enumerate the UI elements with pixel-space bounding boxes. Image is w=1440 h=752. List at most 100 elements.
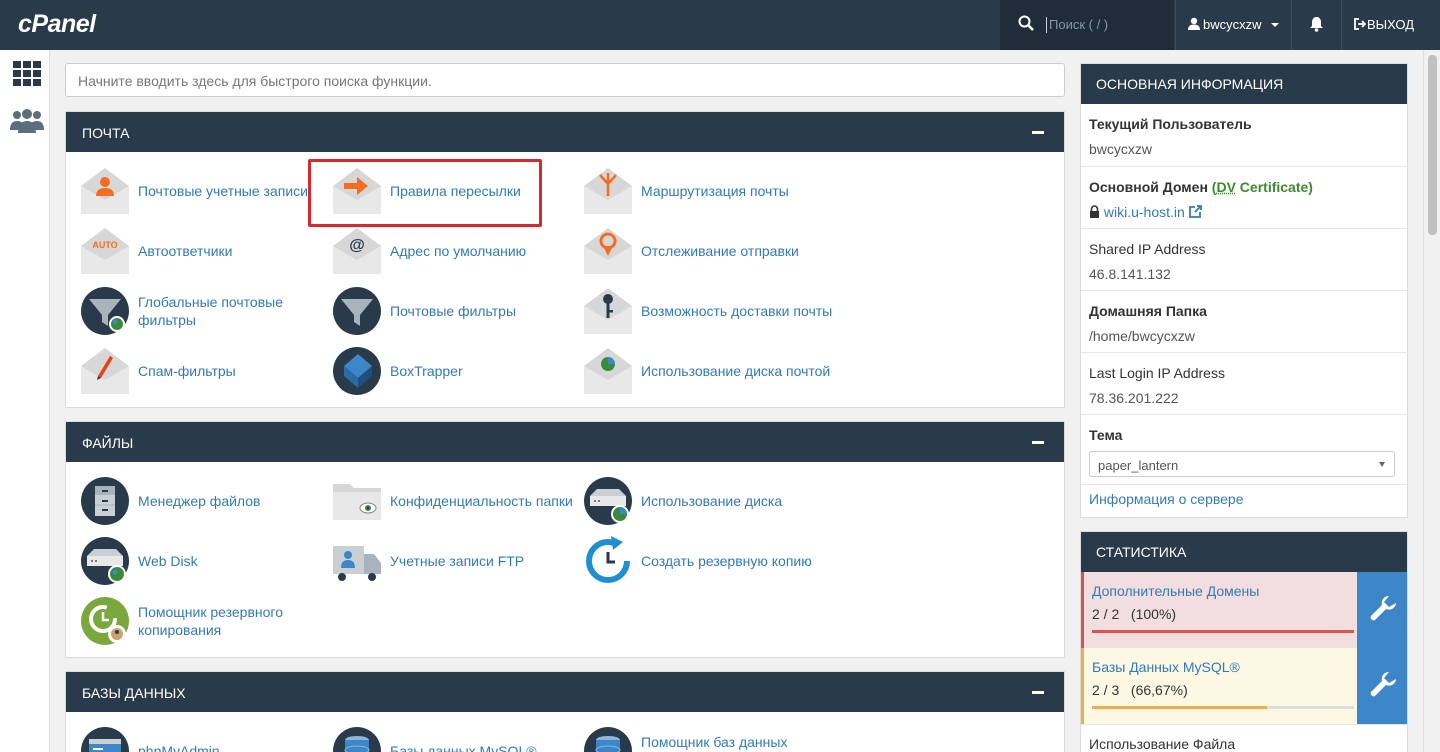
default-address-icon: @	[333, 228, 381, 274]
server-info-link[interactable]: Информация о сервере	[1089, 491, 1244, 507]
mysql-wizard[interactable]: Помощник баз данных MySQL®	[569, 726, 819, 752]
certificate-badge[interactable]: (DV Certificate)	[1212, 179, 1313, 195]
phpmyadmin[interactable]: phpMyAdmin	[66, 726, 316, 752]
top-search-input[interactable]: Поиск ( / )	[1046, 17, 1108, 33]
svg-text:AUTO: AUTO	[92, 240, 117, 250]
spam-filters-label: Спам-фильтры	[138, 363, 236, 379]
manage-button[interactable]	[1357, 648, 1407, 724]
backup-wizard[interactable]: Помощник резервного копирования	[66, 596, 316, 648]
page-scrollbar[interactable]	[1423, 50, 1440, 752]
email-routing-label: Маршрутизация почты	[641, 183, 789, 199]
stat-label[interactable]: Базы Данных MySQL®	[1092, 659, 1240, 675]
general-info-panel: ОСНОВНАЯ ИНФОРМАЦИЯ Текущий Пользователь…	[1080, 63, 1409, 518]
mail-panel-header[interactable]: ПОЧТА	[66, 112, 1064, 152]
theme-select[interactable]: paper_lantern	[1089, 451, 1395, 477]
ftp-accounts[interactable]: Учетные записи FTP	[318, 536, 568, 588]
email-filters[interactable]: Почтовые фильтры	[318, 286, 568, 338]
server-info-row: Информация о сервере	[1081, 484, 1409, 518]
last-login-row: Last Login IP Address 78.36.201.222	[1081, 352, 1409, 414]
files-panel: ФАЙЛЫ Менеджер файлов Конфиденциальность…	[65, 421, 1065, 658]
global-email-filters[interactable]: Глобальные почтовые фильтры	[66, 286, 316, 338]
primary-domain-value[interactable]: wiki.u-host.in	[1089, 204, 1202, 220]
disk-usage[interactable]: Использование диска	[569, 476, 819, 528]
email-accounts[interactable]: Почтовые учетные записи	[66, 166, 316, 218]
web-disk[interactable]: Web Disk	[66, 536, 316, 588]
stats-panel: СТАТИСТИКА Дополнительные Домены 2 / 2 (…	[1080, 531, 1408, 752]
stat-row-file-usage: Использование Файла	[1081, 724, 1407, 752]
spam-filters[interactable]: Спам-фильтры	[66, 346, 316, 398]
email-disk-usage-icon	[584, 348, 632, 394]
boxtrapper[interactable]: BoxTrapper	[318, 346, 568, 398]
left-sidebar	[0, 50, 50, 752]
spam-filters-icon	[81, 348, 129, 394]
files-panel-title: ФАЙЛЫ	[82, 435, 134, 451]
collapse-icon[interactable]	[1032, 691, 1044, 694]
apps-grid-icon[interactable]	[13, 61, 41, 87]
web-disk-label: Web Disk	[138, 553, 198, 569]
email-routing[interactable]: Маршрутизация почты	[569, 166, 819, 218]
track-delivery-icon	[584, 228, 632, 274]
primary-domain-label: Основной Домен	[1089, 179, 1208, 195]
backup-icon	[586, 536, 630, 583]
scrollbar-thumb[interactable]	[1428, 55, 1437, 235]
top-search[interactable]: Поиск ( / )	[1000, 0, 1174, 50]
file-manager[interactable]: Менеджер файлов	[66, 476, 316, 528]
current-user-label: Текущий Пользователь	[1089, 116, 1252, 132]
mysql-databases-label: Базы данных MySQL®	[390, 743, 537, 752]
directory-privacy-icon	[333, 484, 381, 520]
autoresponders-icon: AUTO	[81, 228, 129, 274]
progress-fill	[1092, 706, 1267, 709]
general-info-title: ОСНОВНАЯ ИНФОРМАЦИЯ	[1081, 64, 1407, 104]
quick-search-input[interactable]: Начните вводить здесь для быстрого поиск…	[65, 63, 1065, 97]
user-menu[interactable]: bwcycxzw	[1175, 0, 1290, 50]
logout-button[interactable]: ВЫХОД	[1341, 0, 1440, 50]
email-disk-usage-label: Использование диска почтой	[641, 363, 831, 379]
directory-privacy[interactable]: Конфиденциальность папки	[318, 476, 573, 528]
primary-domain-link[interactable]: wiki.u-host.in	[1104, 204, 1185, 220]
notifications-button[interactable]	[1291, 0, 1341, 50]
chevron-down-icon	[1379, 462, 1385, 467]
chevron-down-icon	[1271, 23, 1279, 27]
databases-panel-header[interactable]: БАЗЫ ДАННЫХ	[66, 672, 1064, 712]
mail-panel: ПОЧТА Почтовые учетные записи Правила пе…	[65, 111, 1065, 408]
ftp-accounts-label: Учетные записи FTP	[390, 553, 525, 569]
shared-ip-value: 46.8.141.132	[1089, 266, 1171, 282]
progress-bar	[1092, 630, 1354, 633]
manage-button[interactable]	[1357, 572, 1407, 648]
cpanel-logo[interactable]: cPanel	[18, 10, 96, 39]
backup-wizard-label: Помощник резервного копирования	[138, 604, 283, 638]
users-icon[interactable]	[9, 108, 45, 134]
email-filters-icon	[333, 287, 381, 335]
backup[interactable]: Создать резервную копию	[569, 536, 819, 588]
search-icon	[1018, 15, 1034, 31]
primary-domain-row: Основной Домен (DV Certificate) wiki.u-h…	[1081, 166, 1409, 228]
highlight-box	[308, 159, 542, 227]
files-panel-header[interactable]: ФАЙЛЫ	[66, 422, 1064, 462]
mysql-wizard-label: Помощник баз данных MySQL®	[641, 734, 788, 750]
username: bwcycxzw	[1203, 17, 1262, 32]
shared-ip-label: Shared IP Address	[1089, 241, 1206, 257]
shared-ip-row: Shared IP Address 46.8.141.132	[1081, 228, 1409, 290]
phpmyadmin-icon	[81, 727, 129, 752]
autoresponders[interactable]: AUTO Автоответчики	[66, 226, 316, 278]
default-address[interactable]: @ Адрес по умолчанию	[318, 226, 568, 278]
collapse-icon[interactable]	[1032, 131, 1044, 134]
stat-label[interactable]: Дополнительные Домены	[1092, 583, 1259, 599]
theme-label: Тема	[1089, 427, 1123, 443]
mail-panel-title: ПОЧТА	[82, 125, 130, 141]
web-disk-icon	[81, 537, 129, 585]
logout-label: ВЫХОД	[1367, 17, 1415, 32]
mysql-databases[interactable]: Базы данных MySQL®	[318, 726, 568, 752]
home-dir-row: Домашняя Папка /home/bwcycxzw	[1081, 290, 1409, 352]
email-accounts-icon	[81, 168, 129, 214]
wrench-icon	[1370, 672, 1396, 697]
track-delivery[interactable]: Отслеживание отправки	[569, 226, 819, 278]
global-filters-label: Глобальные почтовые фильтры	[138, 294, 284, 328]
collapse-icon[interactable]	[1032, 441, 1044, 444]
email-accounts-label: Почтовые учетные записи	[138, 183, 308, 199]
last-login-value: 78.36.201.222	[1089, 390, 1179, 406]
email-deliverability[interactable]: Возможность доставки почты	[569, 286, 832, 338]
stat-row-addon-domains: Дополнительные Домены 2 / 2 (100%)	[1081, 572, 1407, 648]
lock-icon	[1090, 205, 1099, 218]
email-disk-usage[interactable]: Использование диска почтой	[569, 346, 830, 398]
